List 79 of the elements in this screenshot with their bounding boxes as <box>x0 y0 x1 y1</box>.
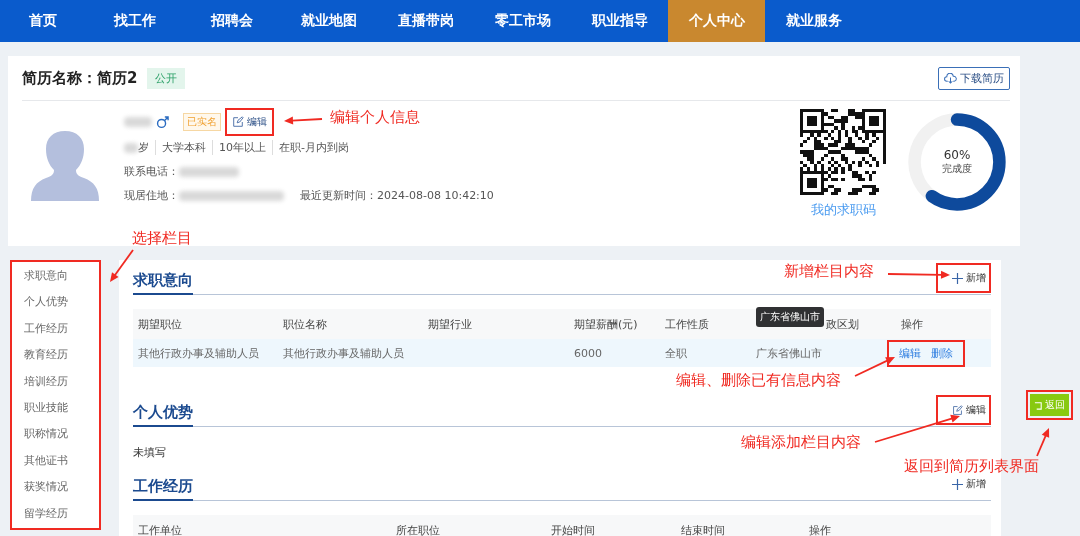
table-cell: 广东省佛山市 <box>756 345 822 361</box>
column-header: 期望行业 <box>428 316 472 332</box>
add-button[interactable]: 新增 <box>952 268 986 288</box>
return-icon <box>1034 400 1043 410</box>
row-action-link[interactable]: 删除 <box>931 345 953 361</box>
nav-tab[interactable]: 首页 <box>0 0 86 42</box>
section-title: 工作经历 <box>133 477 193 501</box>
nav-tab[interactable]: 零工市场 <box>474 0 571 42</box>
profile-detail: 大学本科 <box>155 140 212 155</box>
row-action-link[interactable]: 编辑 <box>899 345 921 361</box>
download-button[interactable]: 下载简历 <box>938 66 1010 90</box>
column-header: 期望职位 <box>138 316 182 332</box>
edit-icon <box>232 116 244 128</box>
plus-icon <box>952 478 963 490</box>
sidebar-item[interactable]: 职称情况 <box>24 422 68 449</box>
column-header: 职位名称 <box>283 316 327 332</box>
annotation-arrow <box>284 116 323 125</box>
table-cell: 6000 <box>574 346 602 360</box>
cloud-download-icon <box>944 72 957 84</box>
phone-label: 联系电话： <box>124 164 179 179</box>
completion-percent: 60% <box>943 148 971 162</box>
annotation-text: 编辑添加栏目内容 <box>741 433 861 452</box>
nav-tab[interactable]: 就业服务 <box>765 0 862 42</box>
column-header: 操作 <box>901 316 923 332</box>
sidebar-item[interactable]: 留学经历 <box>24 501 68 529</box>
nav-tab[interactable]: 直播带岗 <box>377 0 474 42</box>
sidebar-item[interactable]: 求职意向 <box>24 264 68 291</box>
column-header: 结束时间 <box>681 522 725 536</box>
sidebar-item[interactable]: 教育经历 <box>24 343 68 370</box>
section-title: 求职意向 <box>133 271 193 295</box>
completion-label: 完成度 <box>942 162 972 176</box>
column-header: 期望薪酬(元) <box>574 316 638 332</box>
qr-code-icon <box>800 109 886 195</box>
section-text: 未填写 <box>133 445 166 460</box>
column-header: 工作性质 <box>665 316 709 332</box>
annotation-text: 选择栏目 <box>132 229 192 248</box>
edit-button[interactable]: 编辑 <box>952 400 986 420</box>
table-cell: 全职 <box>665 345 687 361</box>
sidebar-item[interactable]: 个人优势 <box>24 290 68 317</box>
profile-detail: 10年以上 <box>212 140 272 155</box>
sidebar-item[interactable]: 工作经历 <box>24 316 68 344</box>
column-header: 所在职位 <box>396 522 440 536</box>
annotation-text: 编辑、删除已有信息内容 <box>676 371 841 390</box>
column-header: 政区划 <box>826 316 859 332</box>
sidebar-item[interactable]: 其他证书 <box>24 448 68 476</box>
annotation-arrow <box>1036 428 1050 457</box>
table-cell: 其他行政办事及辅助人员 <box>138 345 259 361</box>
nav-tab[interactable]: 找工作 <box>86 0 183 42</box>
tooltip: 广东省佛山市 <box>756 307 824 327</box>
annotation-arrow <box>110 249 134 282</box>
plus-icon <box>952 272 963 284</box>
resume-title: 简历名称：简历2 <box>22 68 138 88</box>
add-button[interactable]: 新增 <box>952 474 986 494</box>
column-header: 开始时间 <box>551 522 595 536</box>
sidebar-item[interactable]: 职业技能 <box>24 396 68 423</box>
blurred-text <box>124 142 138 153</box>
nav-tab[interactable]: 职业指导 <box>571 0 668 42</box>
annotation-text: 编辑个人信息 <box>330 108 420 127</box>
blurred-text <box>124 117 152 127</box>
profile-detail: 在职-月内到岗 <box>272 140 355 155</box>
annotation-text: 新增栏目内容 <box>784 262 874 281</box>
section-title: 个人优势 <box>133 403 193 427</box>
address-label: 现居住地： <box>124 188 179 203</box>
edit-button[interactable]: 编辑 <box>230 113 269 131</box>
update-time: 最近更新时间：2024-08-08 10:42:10 <box>300 188 494 203</box>
annotation-text: 返回到简历列表界面 <box>904 457 1039 476</box>
blurred-text <box>179 166 239 177</box>
male-icon <box>156 115 169 129</box>
column-header: 工作单位 <box>138 522 182 536</box>
nav-tab[interactable]: 就业地图 <box>280 0 377 42</box>
column-header: 操作 <box>809 522 831 536</box>
edit-icon <box>952 404 963 416</box>
sidebar-item[interactable]: 获奖情况 <box>24 475 68 502</box>
verified-badge: 已实名 <box>183 113 221 131</box>
table-cell: 其他行政办事及辅助人员 <box>283 345 404 361</box>
age-text: 岁 <box>138 140 150 155</box>
nav-tab[interactable]: 招聘会 <box>183 0 280 42</box>
sidebar-item[interactable]: 培训经历 <box>24 369 68 397</box>
visibility-tag: 公开 <box>147 67 186 89</box>
